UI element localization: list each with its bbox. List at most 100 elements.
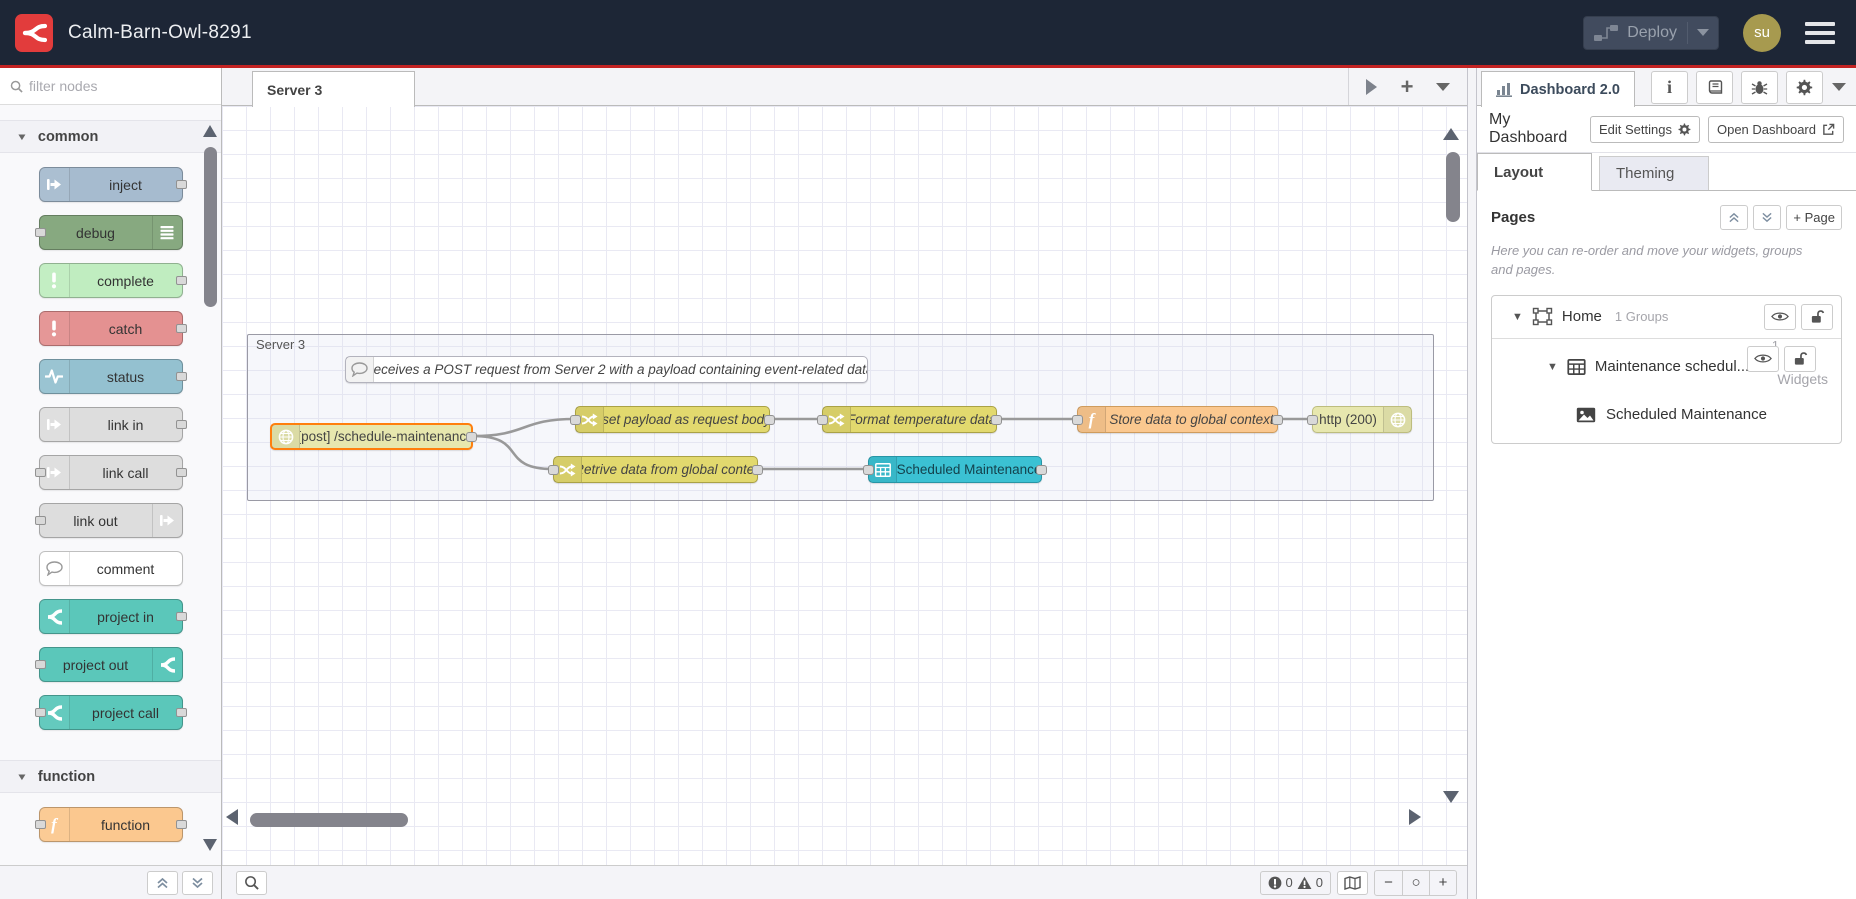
book-icon <box>1708 79 1722 94</box>
palette-footer <box>0 865 221 899</box>
chevron-down-icon[interactable]: ▼ <box>1547 361 1558 373</box>
output-port[interactable] <box>991 414 1002 425</box>
debug-button[interactable] <box>1741 71 1778 104</box>
palette-node-project-out[interactable]: project out <box>34 647 183 682</box>
settings-button[interactable] <box>1786 71 1823 104</box>
input-port[interactable] <box>1307 414 1318 425</box>
add-flow-button[interactable]: + <box>1389 69 1425 105</box>
search-icon <box>245 876 259 890</box>
palette-node-debug[interactable]: debug <box>34 215 183 250</box>
sidebar-menu-caret-icon[interactable] <box>1832 83 1846 91</box>
add-page-button[interactable]: + Page <box>1786 205 1842 230</box>
canvas-search-button[interactable] <box>236 870 267 895</box>
palette-node-comment[interactable]: comment <box>38 551 183 586</box>
input-port[interactable] <box>570 414 581 425</box>
flow-node-table[interactable]: Scheduled Maintenance <box>863 456 1047 483</box>
help-button[interactable] <box>1696 71 1733 104</box>
palette-node-catch[interactable]: catch <box>38 311 187 346</box>
dashboard-subtabs: Layout Theming <box>1477 153 1856 191</box>
sidebar-resize-handle[interactable] <box>1467 68 1477 899</box>
edit-settings-button[interactable]: Edit Settings <box>1589 115 1700 143</box>
flow-node-httpin[interactable]: [post] /schedule-maintenance <box>270 423 477 450</box>
zoom-reset-button[interactable]: ○ <box>1402 870 1429 895</box>
flow-node-store[interactable]: f Store data to global context <box>1072 406 1283 433</box>
zoom-in-button[interactable]: + <box>1429 870 1456 895</box>
deploy-options-caret-icon[interactable] <box>1697 29 1709 36</box>
flow-node-set[interactable]: set payload as request body <box>570 406 775 433</box>
minimap-toggle-button[interactable] <box>1337 870 1368 895</box>
palette-category-common[interactable]: ▼ common <box>0 120 221 153</box>
sidebar-tab-dashboard[interactable]: Dashboard 2.0 <box>1481 71 1635 107</box>
flow-node-format[interactable]: Format temperature data. <box>817 406 1002 433</box>
palette-node-link-in[interactable]: link in <box>38 407 187 442</box>
palette-node-function[interactable]: f function <box>34 807 187 842</box>
canvas-scroll-left-icon[interactable] <box>226 809 238 825</box>
canvas-scroll-right-icon[interactable] <box>1409 809 1421 825</box>
user-avatar[interactable]: su <box>1743 13 1781 52</box>
canvas-vscrollbar-thumb[interactable] <box>1446 152 1460 222</box>
chevron-down-icon[interactable]: ▼ <box>1512 311 1523 323</box>
output-port[interactable] <box>764 414 775 425</box>
group-lock-button[interactable] <box>1784 345 1816 372</box>
zoom-out-button[interactable]: − <box>1375 871 1402 895</box>
flow-node-http200[interactable]: http (200) <box>1307 406 1412 433</box>
group-visibility-button[interactable] <box>1747 345 1779 372</box>
canvas-hscrollbar-thumb[interactable] <box>250 813 408 827</box>
tree-page-home[interactable]: ▼ Home 1 Groups <box>1492 296 1841 339</box>
map-icon <box>1344 875 1361 890</box>
input-port[interactable] <box>863 464 874 475</box>
exclaim-icon <box>39 264 70 297</box>
tree-group-maintenance[interactable]: ▼ Maintenance schedul... 1 Widgets <box>1492 338 1841 395</box>
palette-node-link-out[interactable]: link out <box>34 503 183 538</box>
palette-collapse-all-button[interactable] <box>147 870 178 895</box>
tab-scroll-right-button[interactable] <box>1353 69 1389 105</box>
tab-theming[interactable]: Theming <box>1599 156 1709 190</box>
deploy-label: Deploy <box>1627 23 1677 41</box>
collapse-all-pages-button[interactable] <box>1720 205 1749 230</box>
palette-node-project-call[interactable]: project call <box>34 695 187 730</box>
tree-widget-scheduled-maintenance[interactable]: Scheduled Maintenance <box>1492 395 1841 435</box>
expand-all-pages-button[interactable] <box>1753 205 1782 230</box>
layout-tree: ▼ Home 1 Groups ▼ Maintenance schedul...… <box>1491 294 1842 444</box>
page-selection-icon <box>1532 307 1553 326</box>
palette-category-function[interactable]: ▼ function <box>0 760 221 793</box>
eye-icon <box>1754 354 1772 363</box>
output-port <box>175 323 187 333</box>
main-menu-button[interactable] <box>1805 21 1835 44</box>
info-button[interactable]: i <box>1651 71 1688 104</box>
palette-search[interactable] <box>0 68 221 105</box>
palette-scroll-up-icon[interactable] <box>203 125 217 137</box>
notification-counts[interactable]: 0 0 <box>1259 870 1331 895</box>
unlock-icon <box>1794 352 1807 365</box>
open-dashboard-button[interactable]: Open Dashboard <box>1707 115 1844 143</box>
input-port[interactable] <box>548 464 559 475</box>
output-port[interactable] <box>1272 414 1283 425</box>
palette-node-link-call[interactable]: link call <box>34 455 187 490</box>
flow-node-retrieve[interactable]: Retrive data from global context <box>548 456 763 483</box>
input-port[interactable] <box>817 414 828 425</box>
palette-node-complete[interactable]: complete <box>38 263 187 298</box>
palette-node-inject[interactable]: inject <box>38 167 187 202</box>
palette-filter-input[interactable] <box>29 78 189 94</box>
palette-node-project-in[interactable]: project in <box>38 599 187 634</box>
output-port[interactable] <box>1036 464 1047 475</box>
flow-tab-server-3[interactable]: Server 3 <box>252 71 415 107</box>
palette-scrollbar-thumb[interactable] <box>204 147 217 307</box>
page-visibility-button[interactable] <box>1764 303 1796 330</box>
palette-node-status[interactable]: status <box>38 359 187 394</box>
flow-list-button[interactable] <box>1425 69 1461 105</box>
input-port <box>34 467 46 477</box>
canvas-scroll-down-icon[interactable] <box>1443 791 1459 803</box>
bubble-icon <box>346 357 374 382</box>
flow-canvas[interactable]: Server 3 Receives a POST request from Se… <box>222 106 1467 865</box>
output-port[interactable] <box>466 431 477 442</box>
flow-node-comment1[interactable]: Receives a POST request from Server 2 wi… <box>345 356 868 383</box>
tab-layout[interactable]: Layout <box>1477 153 1592 191</box>
palette-expand-all-button[interactable] <box>182 870 213 895</box>
input-port[interactable] <box>1072 414 1083 425</box>
deploy-button[interactable]: Deploy <box>1583 15 1719 50</box>
palette-scroll-down-icon[interactable] <box>203 839 217 851</box>
output-port[interactable] <box>752 464 763 475</box>
page-lock-button[interactable] <box>1801 303 1833 330</box>
canvas-scroll-up-icon[interactable] <box>1443 128 1459 140</box>
